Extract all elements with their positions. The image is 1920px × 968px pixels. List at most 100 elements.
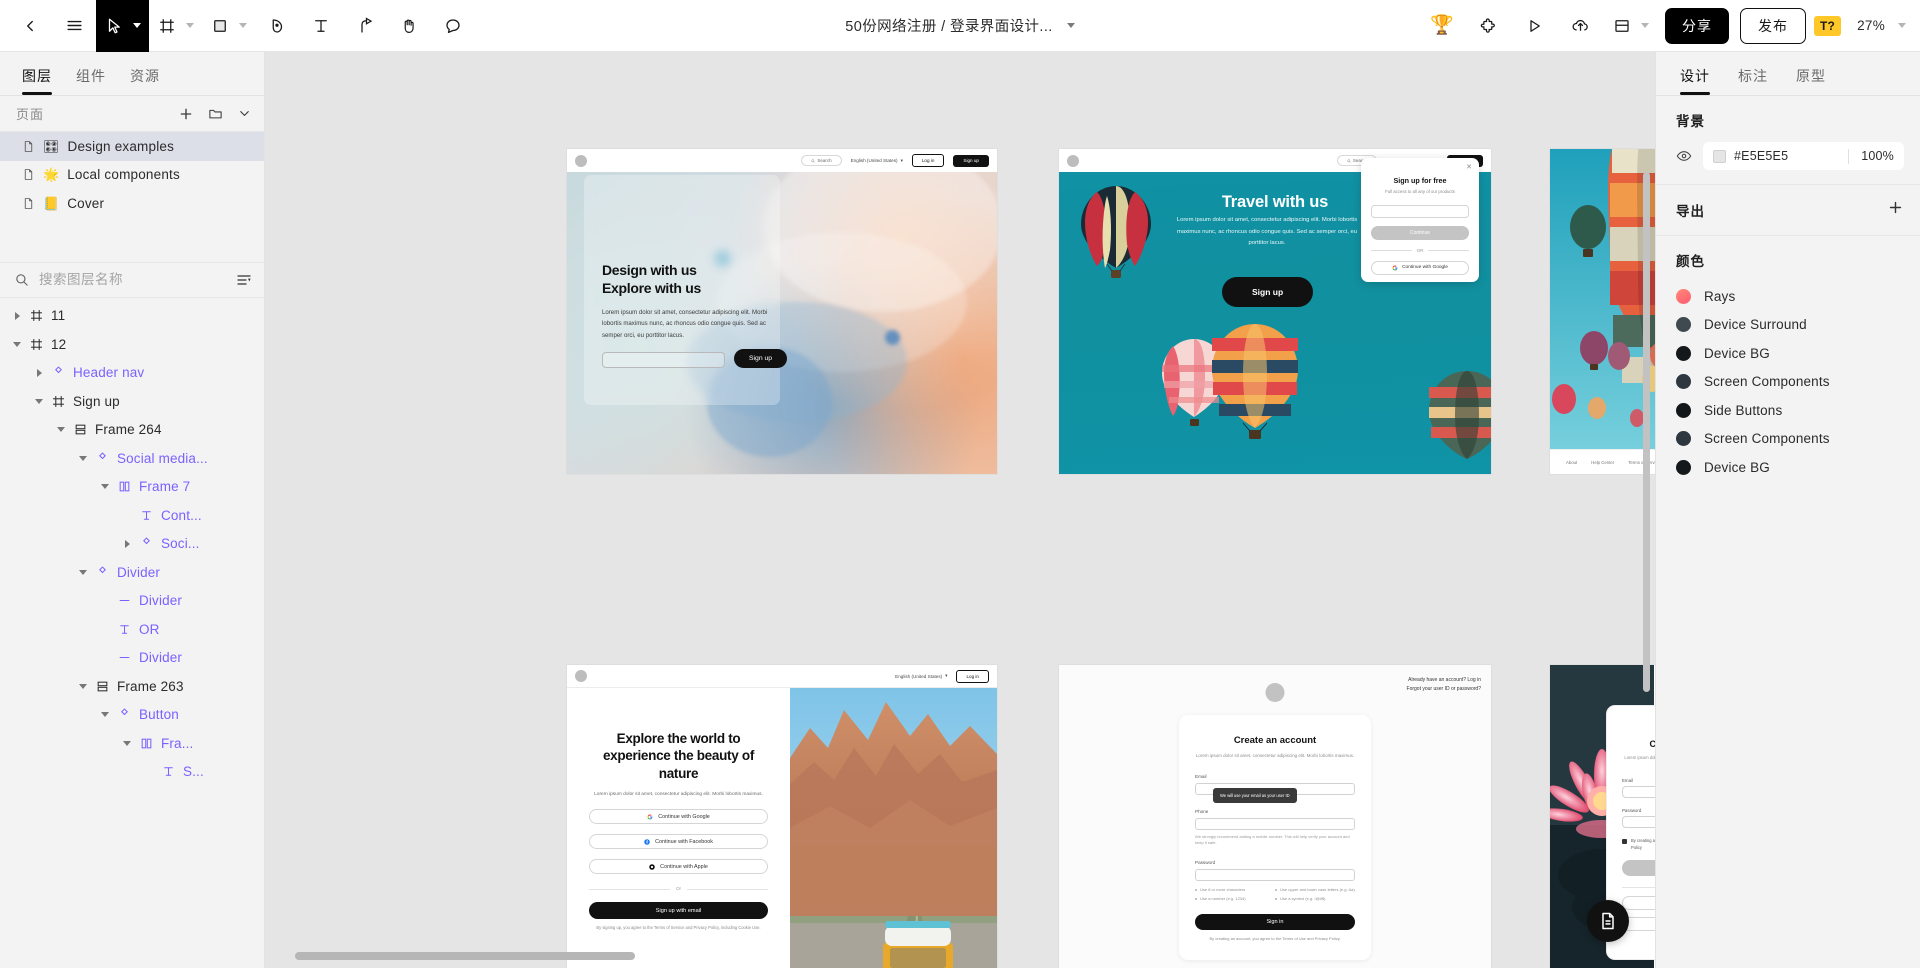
- frame-icon[interactable]: [149, 0, 185, 52]
- color-style-row[interactable]: Device BG: [1656, 339, 1920, 368]
- color-style-row[interactable]: Device Surround: [1656, 311, 1920, 340]
- document-title[interactable]: 50份网络注册 / 登录界面设计...: [845, 15, 1052, 36]
- cursor-arrow-icon[interactable]: [96, 0, 132, 52]
- language-selector[interactable]: English (United States) ▾: [895, 673, 947, 679]
- footer-link[interactable]: Terms of Service: [1628, 460, 1655, 465]
- trophy-icon[interactable]: 🏆: [1420, 0, 1464, 52]
- layer-row[interactable]: Button: [0, 701, 264, 730]
- artboard-explore-the-world[interactable]: English (United States) ▾ Log in Explore…: [567, 665, 997, 968]
- color-style-row[interactable]: Device BG: [1656, 453, 1920, 482]
- footer-link[interactable]: Help Center: [1591, 460, 1614, 465]
- puzzle-piece-icon[interactable]: [1466, 0, 1510, 52]
- search-pill[interactable]: Search: [801, 155, 842, 166]
- color-style-row[interactable]: Rays: [1656, 282, 1920, 311]
- chevron-right-icon[interactable]: [30, 368, 48, 377]
- forgot-password-link[interactable]: Forgot your user ID or password?: [1407, 686, 1481, 692]
- document-menu-chevron-down-icon[interactable]: [1066, 23, 1075, 28]
- color-swatch[interactable]: [1676, 431, 1691, 447]
- terms-checkbox-row[interactable]: By creating an account, I agree to our T…: [1622, 838, 1655, 851]
- move-tool[interactable]: [96, 0, 149, 52]
- layer-row[interactable]: OR: [0, 615, 264, 644]
- shape-tool-chevron-down-icon[interactable]: [239, 23, 247, 28]
- folder-icon[interactable]: [208, 106, 223, 121]
- artboard-2-signup-cta[interactable]: Sign up: [1222, 277, 1314, 307]
- layer-row[interactable]: Sign up: [0, 387, 264, 416]
- plus-icon[interactable]: [178, 106, 194, 122]
- move-tool-chevron-down-icon[interactable]: [133, 23, 141, 28]
- zoom-level-label[interactable]: 27%: [1857, 18, 1885, 33]
- artboard-4-facebook-button[interactable]: Continue with Facebook: [589, 834, 768, 850]
- layer-row[interactable]: 11: [0, 302, 264, 331]
- layer-row[interactable]: Divider: [0, 558, 264, 587]
- login-button[interactable]: Log in: [911, 154, 945, 167]
- layer-row[interactable]: Frame 264: [0, 416, 264, 445]
- artboard-2-signup-modal[interactable]: ✕ Sign up for free Full access to all an…: [1361, 158, 1479, 282]
- horizontal-scrollbar[interactable]: [295, 952, 635, 960]
- footer-link[interactable]: About: [1566, 460, 1577, 465]
- modal-continue-button[interactable]: Continue: [1371, 226, 1469, 240]
- chevron-down-icon[interactable]: [96, 484, 114, 490]
- document-icon[interactable]: [1587, 900, 1629, 942]
- layer-row[interactable]: Soci...: [0, 530, 264, 559]
- layer-row[interactable]: 12: [0, 330, 264, 359]
- chevron-right-icon[interactable]: [8, 311, 26, 320]
- modal-google-button[interactable]: Continue with Google: [1371, 260, 1469, 275]
- publish-button[interactable]: 发布: [1740, 7, 1807, 44]
- password-field[interactable]: [1195, 869, 1355, 882]
- email-field[interactable]: [1622, 786, 1655, 799]
- panel-layout-tool[interactable]: [1604, 0, 1657, 52]
- back-arrow-icon[interactable]: [8, 0, 52, 52]
- color-swatch[interactable]: [1676, 345, 1691, 361]
- layer-row[interactable]: Frame 263: [0, 672, 264, 701]
- artboard-4-header-nav[interactable]: English (United States) ▾ Log in: [567, 665, 997, 688]
- background-color-field[interactable]: #E5E5E5 100%: [1703, 142, 1904, 170]
- color-swatch[interactable]: [1676, 402, 1691, 418]
- frame-tool[interactable]: [149, 0, 202, 52]
- chevron-down-icon[interactable]: [52, 427, 70, 433]
- password-field[interactable]: [1622, 816, 1655, 829]
- layer-row[interactable]: Social media...: [0, 444, 264, 473]
- artboard-4-email-cta[interactable]: Sign up with email: [589, 902, 768, 920]
- artboard-1-header-nav[interactable]: Search English (United States) ▾ Log in …: [567, 149, 997, 172]
- artboard-1-signup-cta[interactable]: Sign up: [734, 349, 788, 368]
- signup-button[interactable]: Sign up: [953, 154, 989, 167]
- layer-row[interactable]: Cont...: [0, 501, 264, 530]
- plus-icon[interactable]: [1887, 199, 1904, 221]
- share-button[interactable]: 分享: [1665, 7, 1730, 44]
- shape-tool[interactable]: [202, 0, 255, 52]
- checkbox-checked-icon[interactable]: [1622, 839, 1627, 845]
- layer-row[interactable]: Divider: [0, 587, 264, 616]
- artboard-travel-with-us[interactable]: Travel with us Lorem ipsum dolor sit ame…: [1059, 149, 1491, 474]
- artboard-6-google-button[interactable]: Continue with Google: [1622, 896, 1655, 911]
- pen-nib-icon[interactable]: [255, 0, 299, 52]
- play-triangle-icon[interactable]: [1512, 0, 1556, 52]
- artboard-design-with-us[interactable]: Search English (United States) ▾ Log in …: [567, 149, 997, 474]
- comment-bubble-icon[interactable]: [431, 0, 475, 52]
- artboard-4-apple-button[interactable]: Continue with Apple: [589, 859, 768, 875]
- color-swatch[interactable]: [1676, 288, 1691, 304]
- chevron-down-icon[interactable]: [74, 455, 92, 461]
- chevron-down-icon[interactable]: [96, 712, 114, 718]
- tab-resources[interactable]: 资源: [118, 66, 172, 95]
- chevron-down-icon[interactable]: [30, 398, 48, 404]
- vertical-scrollbar[interactable]: [1643, 172, 1650, 692]
- background-opacity-value[interactable]: 100%: [1861, 149, 1894, 163]
- background-hex-value[interactable]: #E5E5E5: [1734, 149, 1788, 163]
- color-style-row[interactable]: Screen Components: [1656, 425, 1920, 454]
- chevron-down-icon[interactable]: [237, 106, 252, 121]
- modal-email-input[interactable]: [1371, 205, 1469, 218]
- chevron-down-icon[interactable]: [118, 740, 136, 746]
- layer-row[interactable]: Header nav: [0, 359, 264, 388]
- close-x-icon[interactable]: ✕: [1466, 163, 1472, 171]
- artboard-join-us-today[interactable]: Travel with us Join us today Sign up wit…: [1550, 149, 1655, 474]
- text-t-icon[interactable]: [299, 0, 343, 52]
- eye-icon[interactable]: [1676, 148, 1692, 164]
- frame-tool-chevron-down-icon[interactable]: [186, 23, 194, 28]
- filter-list-icon[interactable]: [236, 272, 252, 288]
- chevron-down-icon[interactable]: [74, 569, 92, 575]
- artboard-6-submit-button[interactable]: Log in: [1622, 860, 1655, 877]
- tab-prototype[interactable]: 原型: [1782, 66, 1840, 95]
- artboard-1-email-input[interactable]: [602, 352, 725, 368]
- color-swatch[interactable]: [1676, 459, 1691, 475]
- chevron-down-icon[interactable]: [74, 683, 92, 689]
